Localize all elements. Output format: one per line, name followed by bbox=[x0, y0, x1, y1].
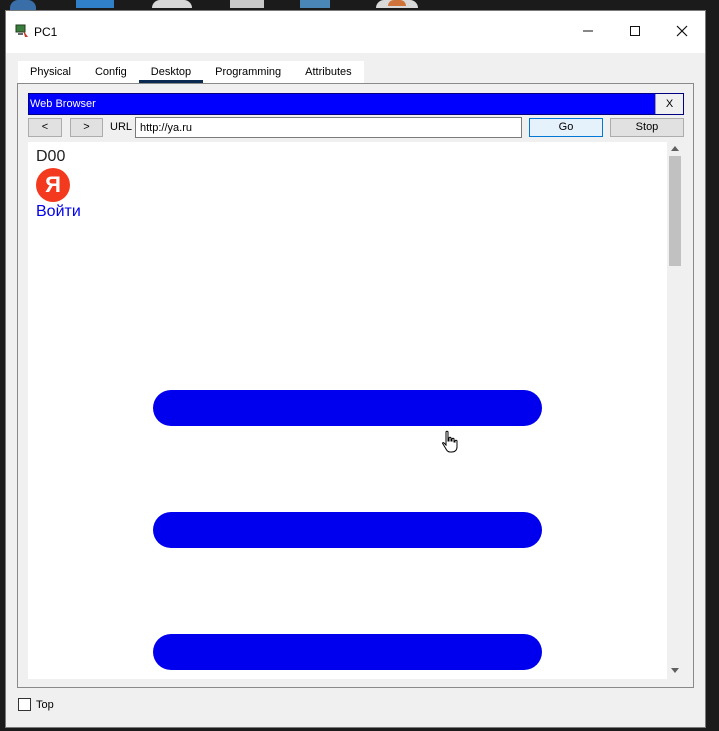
vertical-scrollbar[interactable] bbox=[667, 142, 684, 679]
desktop-icon bbox=[230, 0, 264, 8]
browser-viewport[interactable]: D00 Я Войти bbox=[28, 142, 667, 679]
title-bar[interactable]: PC1 bbox=[6, 11, 705, 53]
desktop-panel: Web Browser X < > URL Go Stop D00 Я Войт… bbox=[17, 83, 694, 688]
url-label: URL bbox=[110, 121, 133, 133]
pc-app-icon bbox=[15, 24, 28, 37]
desktop-icon bbox=[76, 0, 114, 8]
blue-bar bbox=[153, 634, 542, 670]
scroll-up-arrow-icon[interactable] bbox=[671, 146, 679, 151]
web-browser-title: Web Browser bbox=[30, 98, 96, 110]
url-input[interactable] bbox=[135, 117, 522, 138]
blue-bar bbox=[153, 512, 542, 548]
forward-button[interactable]: > bbox=[70, 118, 103, 137]
yandex-logo-icon: Я bbox=[36, 168, 70, 202]
tab-attributes[interactable]: Attributes bbox=[293, 61, 363, 83]
hand-cursor-icon bbox=[442, 430, 458, 453]
tab-config[interactable]: Config bbox=[83, 61, 139, 83]
web-browser-close-button[interactable]: X bbox=[655, 94, 683, 114]
window-title: PC1 bbox=[34, 25, 58, 39]
top-checkbox-label: Top bbox=[36, 699, 54, 711]
desktop-icon bbox=[300, 0, 330, 8]
scroll-down-arrow-icon[interactable] bbox=[671, 668, 679, 673]
web-browser-titlebar: Web Browser X bbox=[28, 93, 684, 115]
tab-desktop[interactable]: Desktop bbox=[138, 61, 204, 83]
minimize-button[interactable] bbox=[573, 19, 603, 43]
pc1-window: PC1 Physical Config Desktop Programming … bbox=[5, 10, 706, 728]
blue-bar bbox=[153, 390, 542, 426]
tab-physical[interactable]: Physical bbox=[18, 61, 83, 83]
desktop-icon bbox=[376, 0, 418, 8]
page-heading: D00 bbox=[36, 148, 66, 165]
top-checkbox[interactable] bbox=[18, 698, 31, 711]
scrollbar-thumb[interactable] bbox=[669, 156, 681, 266]
desktop-icon bbox=[10, 0, 36, 10]
tab-programming[interactable]: Programming bbox=[203, 61, 293, 83]
close-button[interactable] bbox=[667, 19, 697, 43]
login-link[interactable]: Войти bbox=[36, 203, 81, 221]
tab-bar: Physical Config Desktop Programming Attr… bbox=[18, 61, 364, 83]
back-button[interactable]: < bbox=[28, 118, 62, 137]
go-button[interactable]: Go bbox=[529, 118, 603, 137]
stop-button[interactable]: Stop bbox=[610, 118, 684, 137]
desktop-icon bbox=[152, 0, 192, 8]
maximize-button[interactable] bbox=[620, 19, 650, 43]
